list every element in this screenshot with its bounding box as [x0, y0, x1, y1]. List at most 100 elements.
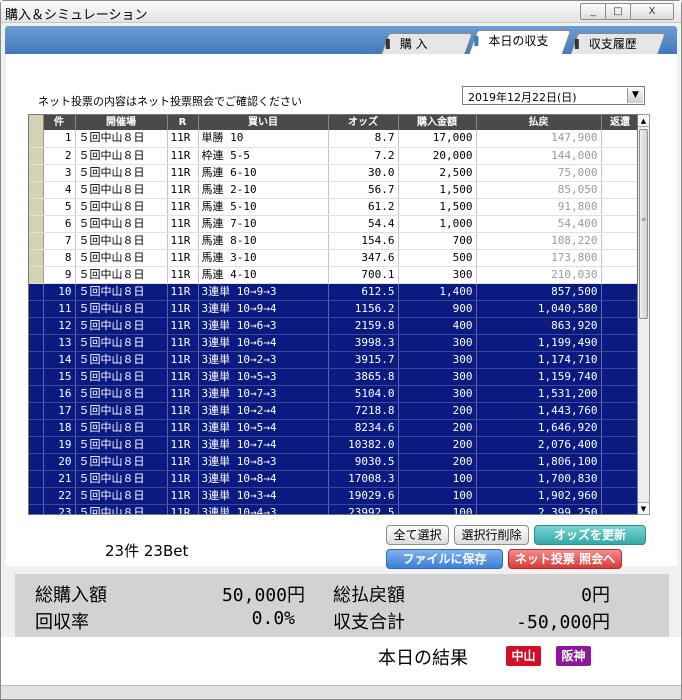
- table-row[interactable]: 21 ５回中山８日 11R 3連単 10→8→4 17008.3 100 1,700,830: [29, 470, 637, 488]
- table-row[interactable]: 16 ５回中山８日 11R 3連単 10→7→3 5104.0 300 1,531,200: [29, 385, 637, 403]
- row-amount: 700: [398, 232, 477, 250]
- row-venue: ５回中山８日: [75, 181, 168, 199]
- tab-history[interactable]: 収支履歴: [570, 33, 666, 54]
- course-hanshin-button[interactable]: 阪神: [556, 646, 591, 666]
- total-purchase-value: 50,000円: [221, 585, 305, 606]
- row-no: 9: [43, 266, 76, 284]
- row-venue: ５回中山８日: [75, 266, 168, 284]
- row-marker: [29, 436, 44, 454]
- row-refund: [601, 385, 637, 403]
- row-marker: [29, 368, 44, 386]
- col-header-payout[interactable]: 払戻: [476, 115, 602, 130]
- col-header-amount[interactable]: 購入金額: [398, 115, 477, 130]
- row-odds: 23992.5: [328, 504, 399, 514]
- vertical-scrollbar[interactable]: ▲ ≡ ▼: [638, 114, 650, 515]
- tab-purchase[interactable]: 購 入: [381, 33, 473, 54]
- table-row[interactable]: 20 ５回中山８日 11R 3連単 10→8→3 9030.5 200 1,806,100: [29, 453, 637, 471]
- tab-history-label: 収支履歴: [588, 37, 637, 51]
- row-odds: 30.0: [328, 164, 399, 182]
- row-refund: [601, 419, 637, 437]
- row-no: 18: [43, 419, 76, 437]
- select-all-button[interactable]: 全て選択: [386, 525, 449, 545]
- col-header-bet[interactable]: 買い目: [198, 115, 329, 130]
- table-row[interactable]: 14 ５回中山８日 11R 3連単 10→2→3 3915.7 300 1,174,710: [29, 351, 637, 369]
- row-no: 20: [43, 453, 76, 471]
- maximize-button[interactable]: □: [605, 3, 631, 20]
- app-window: 購入＆シミュレーション _ □ X 購 入 本日の収支 収支履歴 ネット投票の内…: [0, 0, 682, 700]
- table-row[interactable]: 2 ５回中山８日 11R 枠連 5-5 7.2 20,000 144,000: [29, 147, 637, 165]
- row-odds: 8.7: [328, 130, 399, 148]
- row-no: 7: [43, 232, 76, 250]
- net-inquiry-button[interactable]: ネット投票 照会へ: [508, 549, 622, 569]
- table-row[interactable]: 17 ５回中山８日 11R 3連単 10→2→4 7218.8 200 1,443,760: [29, 402, 637, 420]
- chevron-down-icon[interactable]: ▼: [627, 88, 643, 103]
- table-row[interactable]: 3 ５回中山８日 11R 馬連 6-10 30.0 2,500 75,000: [29, 164, 637, 182]
- tab-today-balance-label: 本日の収支: [488, 34, 549, 48]
- table-row[interactable]: 13 ５回中山８日 11R 3連単 10→6→4 3998.3 300 1,199,490: [29, 334, 637, 352]
- table-row[interactable]: 23 ５回中山８日 11R 3連単 10→4→3 23992.5 100 2,399,250: [29, 504, 637, 514]
- date-select[interactable]: 2019年12月22日(日) ▼: [462, 86, 645, 105]
- table-row[interactable]: 19 ５回中山８日 11R 3連単 10→7→4 10382.0 200 2,076,400: [29, 436, 637, 454]
- table-row[interactable]: 22 ５回中山８日 11R 3連単 10→3→4 19029.6 100 1,902,960: [29, 487, 637, 505]
- row-race: 11R: [167, 300, 199, 318]
- row-bet: 3連単 10→3→4: [198, 487, 329, 505]
- table-row[interactable]: 10 ５回中山８日 11R 3連単 10→9→3 612.5 1,400 857,500: [29, 283, 637, 301]
- course-nakayama-button[interactable]: 中山: [506, 646, 541, 666]
- scroll-thumb[interactable]: ≡: [639, 129, 648, 319]
- save-file-button[interactable]: ファイルに保存: [386, 549, 503, 569]
- row-refund: [601, 334, 637, 352]
- row-amount: 200: [398, 453, 477, 471]
- table-row[interactable]: 8 ５回中山８日 11R 馬連 3-10 347.6 500 173,800: [29, 249, 637, 267]
- table-row[interactable]: 7 ５回中山８日 11R 馬連 8-10 154.6 700 108,220: [29, 232, 637, 250]
- close-button[interactable]: X: [630, 3, 674, 20]
- table-row[interactable]: 1 ５回中山８日 11R 単勝 10 8.7 17,000 147,900: [29, 130, 637, 148]
- col-header-venue[interactable]: 開催場: [75, 115, 168, 130]
- delete-selected-button[interactable]: 選択行削除: [454, 525, 529, 545]
- row-refund: [601, 147, 637, 165]
- row-payout: 91,800: [476, 198, 602, 216]
- update-odds-button[interactable]: オッズを更新: [534, 525, 646, 545]
- row-marker: [29, 385, 44, 403]
- row-odds: 1156.2: [328, 300, 399, 318]
- minimize-button[interactable]: _: [580, 3, 606, 20]
- row-marker: [29, 181, 44, 199]
- row-refund: [601, 453, 637, 471]
- table-row[interactable]: 9 ５回中山８日 11R 馬連 4-10 700.1 300 210,030: [29, 266, 637, 284]
- row-race: 11R: [167, 487, 199, 505]
- row-race: 11R: [167, 402, 199, 420]
- row-no: 19: [43, 436, 76, 454]
- scroll-up-icon[interactable]: ▲: [638, 115, 649, 127]
- table-row[interactable]: 15 ５回中山８日 11R 3連単 10→5→3 3865.8 300 1,159,740: [29, 368, 637, 386]
- table-row[interactable]: 12 ５回中山８日 11R 3連単 10→6→3 2159.8 400 863,920: [29, 317, 637, 335]
- col-header-refund[interactable]: 返還: [601, 115, 637, 130]
- row-venue: ５回中山８日: [75, 436, 168, 454]
- row-odds: 5104.0: [328, 385, 399, 403]
- row-bet: 3連単 10→7→4: [198, 436, 329, 454]
- col-header-no[interactable]: 件: [43, 115, 76, 130]
- title-bar[interactable]: 購入＆シミュレーション _ □ X: [1, 1, 681, 23]
- row-amount: 1,500: [398, 181, 477, 199]
- table-row[interactable]: 18 ５回中山８日 11R 3連単 10→5→4 8234.6 200 1,646,920: [29, 419, 637, 437]
- tab-today-balance[interactable]: 本日の収支: [468, 30, 572, 54]
- tab-purchase-label: 購 入: [399, 37, 428, 51]
- table-row[interactable]: 11 ５回中山８日 11R 3連単 10→9→4 1156.2 900 1,040,580: [29, 300, 637, 318]
- row-odds: 347.6: [328, 249, 399, 267]
- row-venue: ５回中山８日: [75, 453, 168, 471]
- col-header-odds[interactable]: オッズ: [328, 115, 399, 130]
- row-race: 11R: [167, 419, 199, 437]
- row-venue: ５回中山８日: [75, 283, 168, 301]
- row-amount: 900: [398, 300, 477, 318]
- table-row[interactable]: 6 ５回中山８日 11R 馬連 7-10 54.4 1,000 54,400: [29, 215, 637, 233]
- row-amount: 1,000: [398, 215, 477, 233]
- table-row[interactable]: 5 ５回中山８日 11R 馬連 5-10 61.2 1,500 91,800: [29, 198, 637, 216]
- col-header-race[interactable]: R: [167, 115, 199, 130]
- row-venue: ５回中山８日: [75, 249, 168, 267]
- row-marker: [29, 147, 44, 165]
- row-venue: ５回中山８日: [75, 147, 168, 165]
- scroll-down-icon[interactable]: ▼: [638, 502, 649, 514]
- row-bet: 3連単 10→9→3: [198, 283, 329, 301]
- table-row[interactable]: 4 ５回中山８日 11R 馬連 2-10 56.7 1,500 85,050: [29, 181, 637, 199]
- row-venue: ５回中山８日: [75, 215, 168, 233]
- row-race: 11R: [167, 334, 199, 352]
- notice-text: ネット投票の内容はネット投票照会でご確認ください: [38, 95, 302, 108]
